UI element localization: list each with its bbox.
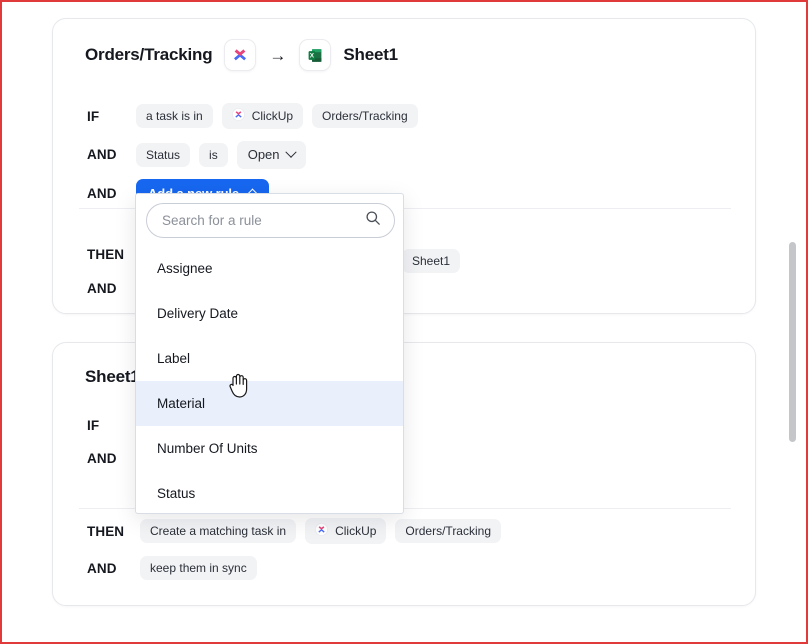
card1-then-row: THEN xyxy=(87,247,131,262)
rule-option-label: Delivery Date xyxy=(157,306,238,321)
card1-and-row: AND Status is Open xyxy=(87,141,306,169)
pill-label: Orders/Tracking xyxy=(322,109,408,123)
card2-then-row: THEN Create a matching task in ClickUp O… xyxy=(87,518,501,544)
flow-arrow: → xyxy=(268,47,287,64)
pill-label: Status xyxy=(146,148,180,162)
pill-sheet1-target[interactable]: Sheet1 xyxy=(402,249,460,273)
pill-label: keep them in sync xyxy=(150,561,247,575)
rule-option-label: Label xyxy=(157,351,190,366)
pill-label: is xyxy=(209,148,218,162)
card2-source-title: Sheet1 xyxy=(85,367,140,387)
rule-option-label: Material xyxy=(157,396,205,411)
pill-label: ClickUp xyxy=(335,524,376,538)
pill-label: Open xyxy=(248,147,280,163)
pill-clickup-app[interactable]: ClickUp xyxy=(305,518,386,544)
card1-header: Orders/Tracking → X Sheet1 xyxy=(85,39,398,71)
pill-label: Sheet1 xyxy=(412,254,450,268)
card2-header: Sheet1 xyxy=(85,367,140,387)
pill-keep-them-in-sync[interactable]: keep them in sync xyxy=(140,556,257,580)
pill-operator-is[interactable]: is xyxy=(199,143,228,167)
rule-options-list[interactable]: Assignee Delivery Date Label Material Number… xyxy=(136,246,404,514)
search-field-wrapper[interactable] xyxy=(146,203,395,238)
row-keyword-and: AND xyxy=(87,451,127,466)
rule-option[interactable]: Label xyxy=(136,336,404,381)
row-keyword-then: THEN xyxy=(87,524,131,539)
pill-a-task-is-in[interactable]: a task is in xyxy=(136,104,213,128)
row-keyword-if: IF xyxy=(87,109,127,124)
clickup-icon xyxy=(232,108,245,124)
row-keyword-then: THEN xyxy=(87,247,131,262)
pill-orders-tracking[interactable]: Orders/Tracking xyxy=(395,519,501,543)
rule-option[interactable]: Material xyxy=(136,381,404,426)
rule-option[interactable]: Assignee xyxy=(136,246,404,291)
card1-if-row: IF a task is in ClickUp Orders/Tracking xyxy=(87,103,418,129)
row-keyword-and: AND xyxy=(87,186,127,201)
search-input[interactable] xyxy=(160,212,365,229)
row-keyword-and: AND xyxy=(87,147,127,162)
pill-value-open[interactable]: Open xyxy=(237,141,306,169)
rule-option[interactable]: Status xyxy=(136,471,404,514)
screenshot-frame: Orders/Tracking → X Sheet1 xyxy=(0,0,808,644)
rule-option[interactable]: Delivery Date xyxy=(136,291,404,336)
pill-label: Orders/Tracking xyxy=(405,524,491,538)
row-keyword-and: AND xyxy=(87,561,131,576)
card1-and2-row: AND xyxy=(87,281,131,296)
clickup-icon xyxy=(315,523,328,539)
chevron-down-icon xyxy=(285,146,296,157)
row-keyword-and: AND xyxy=(87,281,131,296)
dropdown-scrollbar-thumb[interactable] xyxy=(789,242,796,442)
rule-option-label: Assignee xyxy=(157,261,213,276)
pill-orders-tracking[interactable]: Orders/Tracking xyxy=(312,104,418,128)
excel-icon: X xyxy=(299,39,331,71)
pill-status-field[interactable]: Status xyxy=(136,143,190,167)
search-icon xyxy=(365,210,381,231)
rule-option-label: Status xyxy=(157,486,195,501)
pill-clickup-app[interactable]: ClickUp xyxy=(222,103,303,129)
pill-label: ClickUp xyxy=(252,109,293,123)
card1-source-title: Orders/Tracking xyxy=(85,45,212,65)
dropdown-scrollbar-track[interactable] xyxy=(385,246,394,508)
card2-and2-row: AND keep them in sync xyxy=(87,556,257,580)
card1-target-title: Sheet1 xyxy=(343,45,398,65)
pill-label: a task is in xyxy=(146,109,203,123)
pill-create-matching-task[interactable]: Create a matching task in xyxy=(140,519,296,543)
rule-option[interactable]: Number Of Units xyxy=(136,426,404,471)
row-keyword-if: IF xyxy=(87,418,127,433)
clickup-icon xyxy=(224,39,256,71)
card2-and-row: AND xyxy=(87,451,127,466)
rule-option-label: Number Of Units xyxy=(157,441,258,456)
pill-label: Create a matching task in xyxy=(150,524,286,538)
svg-text:X: X xyxy=(310,52,315,59)
rule-dropdown-panel: Assignee Delivery Date Label Material Number… xyxy=(135,193,404,514)
